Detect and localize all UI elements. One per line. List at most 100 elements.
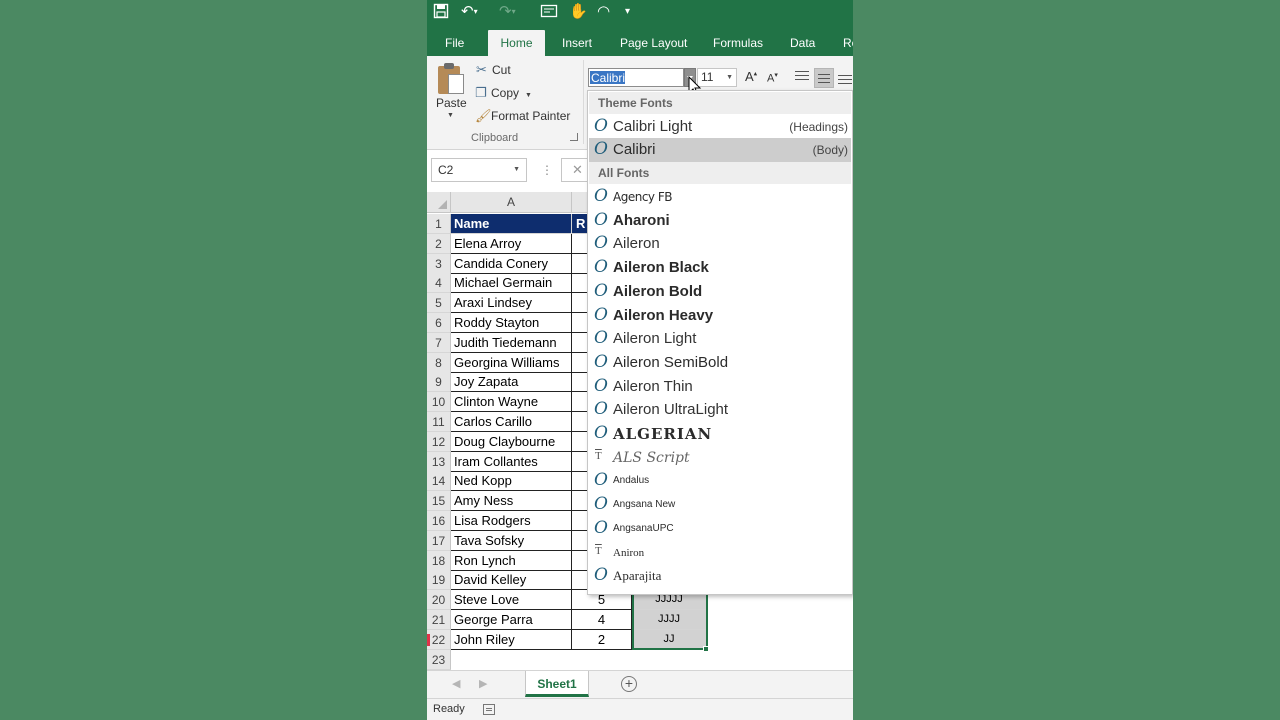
cell-name[interactable]: Lisa Rodgers (451, 511, 572, 531)
font-item[interactable]: T Aniron (589, 541, 851, 565)
tab-insert[interactable]: Insert (562, 26, 592, 56)
cell-name[interactable]: Ron Lynch (451, 551, 572, 571)
cell-name[interactable]: Araxi Lindsey (451, 293, 572, 313)
touch-mode-hand-icon[interactable]: ✋ (569, 3, 588, 21)
name-box-dropdown-icon[interactable]: ▼ (513, 159, 520, 181)
font-item[interactable]: O Aileron Black (589, 256, 851, 280)
scroll-right-icon[interactable]: ▶ (479, 677, 487, 690)
font-item-calibri-light[interactable]: O Calibri Light (Headings) (589, 115, 851, 139)
formula-bar-grip-icon[interactable]: ⋮ (541, 163, 553, 177)
font-item[interactable]: O Aileron UltraLight (589, 398, 851, 422)
font-item[interactable]: O Andalus (589, 469, 851, 493)
font-item[interactable]: O Aileron Heavy (589, 304, 851, 328)
cell-name[interactable]: Michael Germain (451, 273, 572, 293)
customize-toolbar-icon[interactable]: ▾ (625, 3, 630, 21)
cell-name[interactable]: Candida Conery (451, 254, 572, 274)
middle-align-icon[interactable] (814, 68, 834, 88)
row-number[interactable]: 1 (427, 214, 451, 234)
font-size-dropdown-icon[interactable]: ▼ (726, 69, 733, 86)
row-number[interactable]: 9 (427, 372, 451, 392)
row-number[interactable]: 13 (427, 452, 451, 472)
cell-name[interactable]: Steve Love (451, 590, 572, 610)
paste-button[interactable]: Paste (436, 96, 467, 110)
copy-button[interactable]: ❐ Copy ▼ (475, 85, 532, 104)
cell-name[interactable]: Elena Arroy (451, 234, 572, 254)
copy-dropdown-icon[interactable]: ▼ (525, 92, 532, 99)
tab-data[interactable]: Data (790, 26, 815, 56)
row-number[interactable]: 19 (427, 570, 451, 590)
cell-name[interactable]: Amy Ness (451, 491, 572, 511)
row-number[interactable]: 14 (427, 471, 451, 491)
cell-name[interactable]: Carlos Carillo (451, 412, 572, 432)
cell-name[interactable]: Doug Claybourne (451, 432, 572, 452)
row-number[interactable]: 16 (427, 511, 451, 531)
tab-page-layout[interactable]: Page Layout (620, 26, 687, 56)
paste-icon[interactable] (438, 63, 466, 95)
tab-formulas[interactable]: Formulas (713, 26, 763, 56)
row-number[interactable]: 22 (427, 630, 451, 650)
font-item[interactable]: O AngsanaUPC (589, 517, 851, 541)
cut-button[interactable]: ✂ Cut (476, 62, 511, 78)
tab-home[interactable]: Home (488, 30, 545, 56)
row-number[interactable]: 21 (427, 610, 451, 630)
row-number[interactable]: 2 (427, 234, 451, 254)
cell-rating[interactable]: 4 (572, 610, 632, 630)
top-align-icon[interactable] (792, 68, 812, 88)
cell-name[interactable]: John Riley (451, 630, 572, 650)
font-name-box[interactable] (588, 68, 685, 87)
row-number[interactable]: 23 (427, 650, 451, 670)
select-all-corner[interactable] (427, 192, 451, 213)
font-item[interactable]: O Agency FB (589, 185, 851, 209)
cell-name[interactable]: Roddy Stayton (451, 313, 572, 333)
row-number[interactable]: 5 (427, 293, 451, 313)
font-item[interactable]: T ALS Script (589, 446, 851, 470)
row-number[interactable]: 4 (427, 273, 451, 293)
header-cell-name[interactable]: Name (451, 214, 572, 234)
font-item[interactable]: O Aileron Thin (589, 375, 851, 399)
name-box[interactable]: C2 ▼ (431, 158, 527, 182)
cell-name[interactable]: Georgina Williams (451, 353, 572, 373)
font-item[interactable]: O Aparajita (589, 564, 851, 588)
row-number[interactable]: 12 (427, 432, 451, 452)
format-painter-button[interactable]: 🖌Format Painter (475, 108, 570, 124)
cell-name[interactable]: Judith Tiedemann (451, 333, 572, 353)
form-icon[interactable] (540, 3, 558, 24)
macro-record-icon[interactable] (483, 704, 495, 715)
undo-icon[interactable]: ↶▾ (461, 3, 478, 21)
cell-name[interactable]: George Parra (451, 610, 572, 630)
dialog-launcher-icon[interactable] (570, 133, 578, 141)
font-item[interactable]: O Aharoni (589, 209, 851, 233)
preview-eye-icon[interactable]: ◠ (597, 3, 610, 21)
cell-name[interactable]: Clinton Wayne (451, 392, 572, 412)
font-item[interactable]: O ALGERIAN (589, 422, 851, 446)
cell-name[interactable]: Tava Sofsky (451, 531, 572, 551)
new-sheet-button[interactable]: + (621, 676, 637, 692)
redo-icon[interactable]: ↷▾ (499, 3, 516, 21)
row-number[interactable]: 11 (427, 412, 451, 432)
font-size-box[interactable]: 11 ▼ (697, 68, 737, 87)
scroll-left-icon[interactable]: ◀ (452, 677, 460, 690)
bottom-align-icon[interactable] (835, 72, 853, 92)
font-item[interactable]: O Aileron Bold (589, 280, 851, 304)
font-name-input[interactable] (589, 69, 685, 86)
font-item[interactable]: O Aileron (589, 232, 851, 256)
row-number[interactable]: 10 (427, 392, 451, 412)
font-dropdown-list[interactable]: Theme Fonts O Calibri Light (Headings) O… (587, 90, 853, 595)
tab-file[interactable]: File (445, 26, 464, 56)
column-header-a[interactable]: A (451, 192, 572, 213)
cell-stars[interactable]: JJJJ (632, 610, 707, 630)
font-item[interactable]: O Aileron Light (589, 327, 851, 351)
font-item[interactable]: O Angsana New (589, 493, 851, 517)
row-number[interactable]: 17 (427, 531, 451, 551)
resize-grip-icon[interactable]: ..... (712, 588, 728, 594)
cell-name[interactable]: Ned Kopp (451, 471, 572, 491)
row-number[interactable]: 20 (427, 590, 451, 610)
tab-review[interactable]: Re (843, 26, 853, 56)
row-number[interactable]: 3 (427, 254, 451, 274)
increase-font-size-button[interactable]: A▴ (745, 69, 757, 84)
cell-name[interactable]: Iram Collantes (451, 452, 572, 472)
decrease-font-size-button[interactable]: A▾ (767, 71, 778, 85)
row-number[interactable]: 8 (427, 353, 451, 373)
row-number[interactable]: 6 (427, 313, 451, 333)
fill-handle[interactable] (703, 646, 709, 652)
